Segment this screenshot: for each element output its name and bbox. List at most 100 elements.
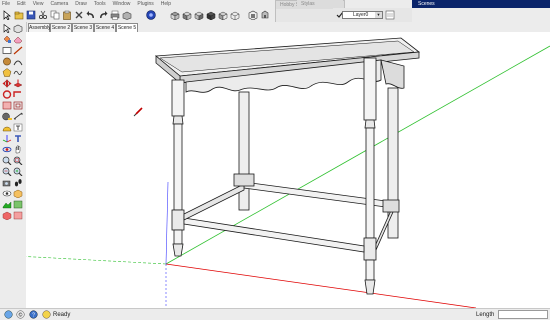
previous-view-icon[interactable] bbox=[13, 167, 23, 176]
front-left-leg-block bbox=[171, 79, 185, 117]
arc-icon[interactable] bbox=[13, 57, 23, 66]
line-icon[interactable] bbox=[13, 46, 23, 55]
move-icon[interactable] bbox=[2, 79, 12, 88]
front-right-leg-joint bbox=[363, 237, 377, 261]
rectangle-icon[interactable] bbox=[2, 46, 12, 55]
svg-text:?: ? bbox=[32, 313, 35, 319]
offset-icon[interactable] bbox=[13, 101, 23, 110]
protractor-icon[interactable] bbox=[2, 123, 12, 132]
instructor-icon[interactable] bbox=[42, 310, 51, 319]
rotate-icon[interactable] bbox=[2, 90, 12, 99]
help-icon[interactable]: ? bbox=[29, 310, 38, 319]
select-icon[interactable] bbox=[2, 10, 12, 20]
front-right-leg bbox=[365, 127, 375, 239]
axes-icon[interactable] bbox=[2, 134, 12, 143]
tab-scene-5[interactable]: Scene 5 bbox=[116, 23, 138, 32]
right-view-icon[interactable] bbox=[194, 10, 204, 20]
menu-edit[interactable]: Edit bbox=[17, 1, 26, 7]
model-info-icon[interactable] bbox=[122, 10, 132, 20]
circle-icon[interactable] bbox=[2, 57, 12, 66]
paint-bucket-icon[interactable] bbox=[2, 35, 12, 44]
layers-toolbar: Layer0 ▼ bbox=[333, 8, 412, 22]
front-right-leg-turning bbox=[364, 119, 376, 129]
eraser-icon[interactable] bbox=[13, 35, 23, 44]
wireframe-icon[interactable] bbox=[248, 10, 258, 20]
menu-tools[interactable]: Tools bbox=[94, 1, 106, 7]
red-axis bbox=[165, 263, 477, 308]
scale-icon[interactable] bbox=[2, 101, 12, 110]
status-bar: © ? Ready Length bbox=[0, 308, 550, 320]
make-component-icon[interactable] bbox=[13, 24, 23, 33]
open-icon[interactable] bbox=[14, 10, 24, 20]
credits-icon[interactable]: © bbox=[16, 310, 25, 319]
follow-me-icon[interactable] bbox=[13, 90, 23, 99]
paste-icon[interactable] bbox=[62, 10, 72, 20]
sandbox-icon[interactable] bbox=[2, 200, 12, 209]
get-models-icon[interactable] bbox=[2, 211, 12, 220]
tab-scene-3[interactable]: Scene 3 bbox=[72, 23, 94, 32]
print-icon[interactable] bbox=[110, 10, 120, 20]
left-view-icon[interactable] bbox=[218, 10, 228, 20]
push-pull-icon[interactable] bbox=[13, 79, 23, 88]
pencil-cursor-icon bbox=[133, 107, 143, 117]
menu-help[interactable]: Help bbox=[161, 1, 171, 7]
chevron-down-icon[interactable]: ▼ bbox=[375, 12, 382, 18]
tab-label: Scene 2 bbox=[51, 25, 71, 31]
walk-icon[interactable] bbox=[13, 178, 23, 187]
tab-scene-2[interactable]: Scene 2 bbox=[50, 23, 72, 32]
menu-draw[interactable]: Draw bbox=[75, 1, 87, 7]
select-tool-icon[interactable] bbox=[2, 24, 12, 33]
front-right-foot bbox=[364, 279, 376, 295]
model-viewport[interactable] bbox=[26, 32, 550, 308]
front-left-leg-lower bbox=[173, 229, 183, 245]
share-model-icon[interactable] bbox=[13, 211, 23, 220]
zoom-icon[interactable] bbox=[2, 156, 12, 165]
save-icon[interactable] bbox=[26, 10, 36, 20]
3d-text-icon[interactable] bbox=[13, 134, 23, 143]
scenes-panel-titlebar[interactable]: Scenes bbox=[412, 0, 550, 8]
zoom-extents-icon[interactable] bbox=[2, 167, 12, 176]
tab-scene-4[interactable]: Scene 4 bbox=[94, 23, 116, 32]
menu-window[interactable]: Window bbox=[113, 1, 131, 7]
layer-manager-icon[interactable] bbox=[385, 10, 395, 20]
orbit-icon[interactable] bbox=[2, 145, 12, 154]
zoom-window-icon[interactable] bbox=[13, 156, 23, 165]
dimension-icon[interactable] bbox=[13, 112, 23, 121]
geo-location-icon[interactable] bbox=[4, 310, 13, 319]
front-left-leg-turning bbox=[172, 115, 184, 125]
add-location-icon[interactable] bbox=[13, 200, 23, 209]
measurements-input[interactable] bbox=[498, 310, 548, 319]
front-view-icon[interactable] bbox=[182, 10, 192, 20]
position-camera-icon[interactable] bbox=[2, 178, 12, 187]
section-plane-icon[interactable] bbox=[13, 189, 23, 198]
tab-assembly[interactable]: Assembly bbox=[28, 23, 51, 32]
freehand-icon[interactable] bbox=[13, 68, 23, 77]
erase-icon[interactable] bbox=[74, 10, 84, 20]
layers-window-title[interactable]: Stylas bbox=[297, 0, 343, 8]
menu-camera[interactable]: Camera bbox=[50, 1, 68, 7]
undo-icon[interactable] bbox=[86, 10, 96, 20]
back-view-icon[interactable] bbox=[206, 10, 216, 20]
copy-icon[interactable] bbox=[50, 10, 60, 20]
look-around-icon[interactable] bbox=[2, 189, 12, 198]
menu-plugins[interactable]: Plugins bbox=[137, 1, 153, 7]
xray-icon[interactable] bbox=[230, 10, 240, 20]
hidden-line-icon[interactable] bbox=[260, 10, 270, 20]
menu-view[interactable]: View bbox=[33, 1, 44, 7]
pan-icon[interactable] bbox=[13, 145, 23, 154]
cut-icon[interactable] bbox=[38, 10, 48, 20]
redo-icon[interactable] bbox=[98, 10, 108, 20]
blue-axis bbox=[165, 181, 169, 265]
svg-text:©: © bbox=[19, 312, 23, 319]
top-view-icon[interactable] bbox=[170, 10, 180, 20]
text-icon[interactable] bbox=[13, 123, 23, 132]
front-right-leg-lower bbox=[365, 259, 375, 281]
model-canvas[interactable] bbox=[26, 32, 550, 308]
tape-measure-icon[interactable] bbox=[2, 112, 12, 121]
iso-view-icon[interactable] bbox=[146, 10, 156, 20]
scenes-panel-body bbox=[412, 8, 550, 23]
menu-file[interactable]: File bbox=[2, 1, 10, 7]
back-left-joint bbox=[233, 173, 255, 187]
tab-label: Scene 3 bbox=[73, 25, 93, 31]
polygon-icon[interactable] bbox=[2, 68, 12, 77]
